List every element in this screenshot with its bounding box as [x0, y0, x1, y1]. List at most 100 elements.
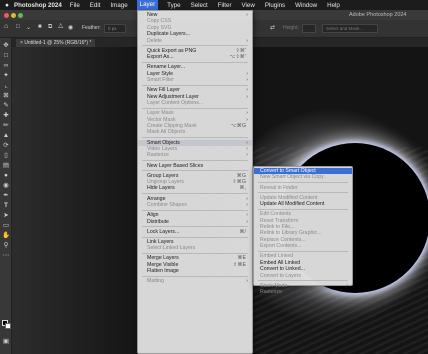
healing-icon[interactable]: ✚ — [2, 112, 10, 120]
menu-edit[interactable]: Edit — [89, 2, 102, 9]
stamp-icon[interactable]: ▲ — [2, 132, 10, 140]
pen-icon[interactable]: ✒ — [2, 192, 10, 200]
background-color-swatch[interactable] — [5, 323, 11, 329]
menu-bar: ● Photoshop 2024 File Edit Image Layer T… — [0, 0, 428, 10]
add-selection-icon[interactable]: ⧉ — [48, 24, 52, 31]
menu-item-label: Reveal in Finder — [260, 184, 298, 191]
dodge-icon[interactable]: ◉ — [2, 182, 10, 190]
menu-item-label: Embed Linked — [260, 253, 294, 260]
close-tab-icon[interactable]: × — [20, 40, 23, 46]
menu-item-select-linked-layers[interactable]: Select Linked Layers — [138, 245, 252, 251]
menu-type[interactable]: Type — [166, 2, 181, 9]
close-window-button[interactable] — [4, 12, 9, 18]
lasso-icon[interactable]: ∞ — [2, 62, 10, 70]
menu-item-label: New Fill Layer — [147, 87, 180, 94]
menu-item-label: Merge Visible — [147, 261, 179, 268]
app-name-menu[interactable]: Photoshop 2024 — [14, 2, 62, 9]
menu-help[interactable]: Help — [326, 2, 341, 9]
menu-image[interactable]: Image — [109, 2, 128, 9]
menu-item-export-as[interactable]: Export As... ⌥⇧⌘' — [138, 54, 252, 60]
menu-item-layer-content-options[interactable]: Layer Content Options... — [138, 100, 252, 106]
menu-item-export-contents[interactable]: Export Contents... — [254, 243, 352, 249]
menu-layer[interactable]: Layer — [136, 0, 159, 10]
home-icon[interactable]: ⌂ — [4, 23, 8, 30]
feather-label: Feather: — [82, 25, 101, 31]
menu-item-mask-all-objects[interactable]: Mask All Objects — [138, 129, 252, 135]
menu-item-label: Layer Style — [147, 70, 173, 77]
menu-window[interactable]: Window — [294, 2, 318, 9]
menu-item-label: Update Modified Content — [260, 194, 318, 201]
menu-item-smart-filter[interactable]: Smart Filter › — [138, 77, 252, 83]
zoom-window-button[interactable] — [18, 12, 23, 18]
swap-icon[interactable]: ⇄ — [270, 24, 275, 31]
marquee-icon[interactable]: □ — [2, 52, 10, 60]
menu-item-label: Arrange — [147, 195, 166, 202]
menu-item-convert-to-layers[interactable]: Convert to Layers — [254, 273, 352, 279]
minimize-window-button[interactable] — [11, 12, 16, 18]
menu-item-distribute[interactable]: Distribute › — [138, 219, 252, 225]
menu-item-label: Smart Objects — [147, 139, 180, 146]
menu-item-rasterize[interactable]: Rasterize › — [138, 152, 252, 158]
menu-item-rasterize[interactable]: Rasterize — [254, 289, 352, 295]
menu-separator — [142, 253, 248, 255]
menu-item-lock-layers[interactable]: Lock Layers... ⌘/ — [138, 229, 252, 235]
chevron-right-icon: › — [246, 278, 248, 285]
menu-item-update-all-modified-content[interactable]: Update All Modified Content — [254, 201, 352, 207]
type-icon[interactable]: T — [2, 202, 10, 210]
menu-item-new-layer-based-slices[interactable]: New Layer Based Slices — [138, 163, 252, 169]
chevron-down-icon[interactable]: ⌄ — [26, 24, 31, 31]
window-title: Adobe Photoshop 2024 — [349, 11, 407, 18]
document-tab[interactable]: × Untitled-1 @ 25% (RGB/16*) * — [16, 39, 96, 47]
menu-item-label: Layer Content Options... — [147, 100, 204, 107]
menu-item-combine-shapes[interactable]: Combine Shapes › — [138, 202, 252, 208]
brush-icon[interactable]: ✏ — [2, 122, 10, 130]
height-input[interactable] — [302, 24, 316, 33]
menu-item-label: Select Linked Layers — [147, 245, 196, 252]
blur-icon[interactable]: ● — [2, 172, 10, 180]
crop-icon[interactable]: ⌞ — [2, 82, 10, 90]
menu-item-label: Replace Contents... — [260, 236, 306, 243]
move-icon[interactable]: ✥ — [2, 42, 10, 50]
menu-item-label: Rasterize — [147, 152, 169, 159]
menu-item-label: Combine Shapes — [147, 202, 187, 209]
menu-view[interactable]: View — [241, 2, 256, 9]
menu-separator — [142, 107, 248, 109]
menu-item-delete[interactable]: Delete › — [138, 38, 252, 44]
apple-icon[interactable]: ● — [0, 2, 14, 9]
menu-item-hide-layers[interactable]: Hide Layers ⌘, — [138, 185, 252, 191]
menu-separator — [142, 160, 248, 162]
menu-item-reveal-in-finder[interactable]: Reveal in Finder — [254, 185, 352, 191]
menu-item-label: Video Layers — [147, 145, 178, 152]
menu-item-label: Duplicate Layers... — [147, 31, 190, 38]
gradient-icon[interactable]: ▤ — [2, 162, 10, 170]
eyedropper-icon[interactable]: ✎ — [2, 102, 10, 110]
zoom-icon[interactable]: ⚲ — [2, 242, 10, 250]
subtract-selection-icon[interactable]: ⧊ — [58, 24, 63, 31]
more-icon[interactable]: ⋯ — [2, 252, 10, 260]
menu-item-flatten-image[interactable]: Flatten Image — [138, 268, 252, 274]
marquee-tool-preset-icon[interactable]: □ — [16, 24, 20, 30]
intersect-selection-icon[interactable]: ◉ — [68, 24, 73, 31]
quick-select-icon[interactable]: ✦ — [2, 72, 10, 80]
menu-item-label: Copy SVG — [147, 24, 172, 31]
new-selection-icon[interactable]: ■ — [38, 24, 42, 30]
select-and-mask-button[interactable]: Select and Mask... — [322, 24, 378, 33]
menu-select[interactable]: Select — [190, 2, 209, 9]
path-select-icon[interactable]: ➤ — [2, 212, 10, 220]
menu-item-shortcut: ⌘, — [239, 185, 246, 192]
menu-item-label: Copy CSS — [147, 18, 172, 25]
layer-menu-dropdown: New › Copy CSS Copy SVG Duplicate Layers... D… — [137, 10, 253, 354]
menu-item-matting[interactable]: Matting › — [138, 278, 252, 284]
quick-mask-icon[interactable]: ▣ — [2, 338, 10, 346]
frame-icon[interactable]: ⊠ — [2, 92, 10, 100]
menu-filter[interactable]: Filter — [217, 2, 233, 9]
menu-plugins[interactable]: Plugins — [264, 2, 286, 9]
hand-icon[interactable]: ✋ — [2, 232, 10, 240]
history-brush-icon[interactable]: ⟳ — [2, 142, 10, 150]
eraser-icon[interactable]: ▯ — [2, 152, 10, 160]
feather-input[interactable]: 0 px — [104, 24, 126, 33]
menu-item-new-smart-object-via-copy[interactable]: New Smart Object via Copy — [254, 174, 352, 180]
shape-icon[interactable]: ▭ — [2, 222, 10, 230]
document-tab-label: Untitled-1 @ 25% (RGB/16*) * — [24, 40, 92, 46]
menu-file[interactable]: File — [69, 2, 81, 9]
